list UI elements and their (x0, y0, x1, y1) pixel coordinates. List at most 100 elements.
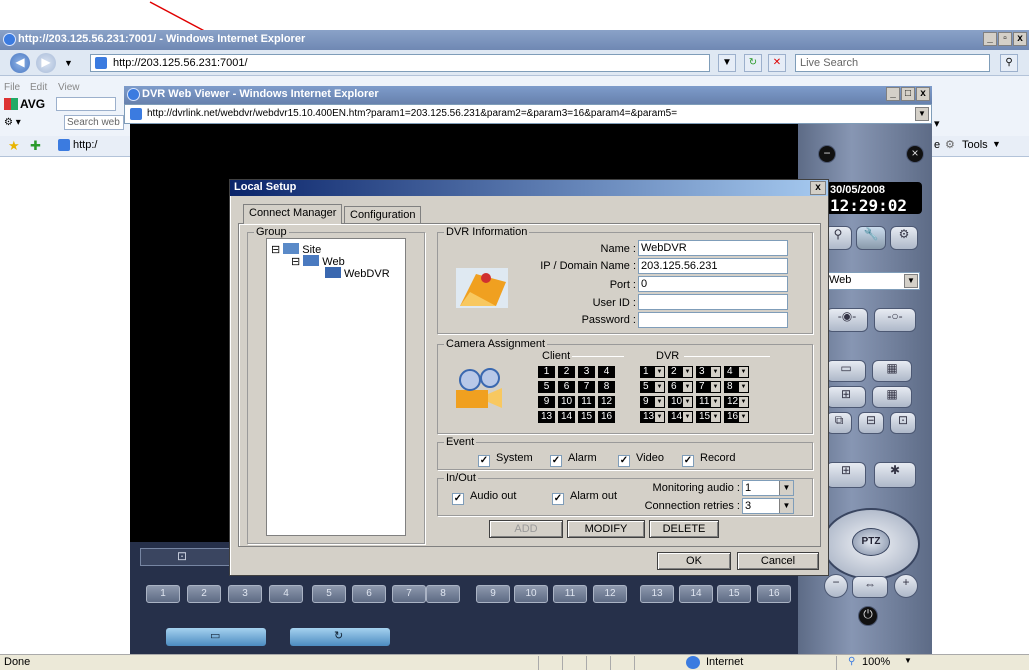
ip-field[interactable]: 203.125.56.231 (638, 258, 788, 274)
client-cam-9[interactable]: 9 (538, 396, 555, 408)
site-select[interactable]: Web ▼ (824, 272, 920, 290)
monitoring-audio-select[interactable]: 1 ▼ (742, 480, 794, 496)
record-save-icon[interactable]: ⊞ (826, 462, 866, 488)
stop-icon[interactable]: ✕ (768, 54, 786, 72)
layout-single-icon[interactable]: ▭ (826, 360, 866, 382)
dvr-cam-6[interactable]: 6 ▼ (668, 381, 693, 393)
channel-button-3[interactable]: 3 (228, 585, 262, 603)
power-icon[interactable]: ⏻ (858, 606, 878, 626)
menu-file[interactable]: File (4, 82, 20, 93)
event-record-checkbox[interactable]: ✓ Record (682, 452, 735, 467)
popup-maximize-button[interactable]: □ (901, 87, 915, 101)
dvr-cam-5[interactable]: 5 ▼ (640, 381, 665, 393)
channel-button-13[interactable]: 13 (640, 585, 674, 603)
tools-menu[interactable]: Tools (962, 139, 988, 151)
add-button[interactable]: ADD (489, 520, 563, 538)
cancel-button[interactable]: Cancel (737, 552, 819, 570)
client-cam-14[interactable]: 14 (558, 411, 575, 423)
zoom-dropdown-icon[interactable]: ▼ (904, 656, 912, 665)
address-dropdown-icon[interactable]: ▼ (718, 54, 736, 72)
audio-out-checkbox[interactable]: ✓ Audio out (452, 490, 516, 505)
dvr-cam-4[interactable]: 4 ▼ (724, 366, 749, 378)
fav-link[interactable]: http:/ (73, 139, 97, 151)
password-field[interactable] (638, 312, 788, 328)
dvr-cam-7[interactable]: 7 ▼ (696, 381, 721, 393)
playback-view-button[interactable]: ↻ (290, 628, 390, 646)
search-icon[interactable]: ⚲ (1000, 54, 1018, 72)
client-cam-3[interactable]: 3 (578, 366, 595, 378)
name-field[interactable]: WebDVR (638, 240, 788, 256)
channel-button-16[interactable]: 16 (757, 585, 791, 603)
monitor-layout-icon[interactable]: ⊡ (140, 548, 232, 566)
client-cam-6[interactable]: 6 (558, 381, 575, 393)
connection-retries-select[interactable]: 3 ▼ (742, 498, 794, 514)
channel-button-9[interactable]: 9 (476, 585, 510, 603)
client-cam-4[interactable]: 4 (598, 366, 615, 378)
avg-label[interactable]: AVG (20, 97, 45, 111)
tab-configuration[interactable]: Configuration (344, 206, 422, 224)
client-cam-8[interactable]: 8 (598, 381, 615, 393)
tree-node-webdvr[interactable]: WebDVR (325, 267, 390, 280)
dvr-cam-10[interactable]: 10 ▼ (668, 396, 693, 408)
group-tree[interactable]: ⊟ Site ⊟ Web WebDVR (266, 238, 406, 536)
client-cam-11[interactable]: 11 (578, 396, 595, 408)
channel-button-5[interactable]: 5 (312, 585, 346, 603)
popup-address-bar[interactable]: http://dvrlink.net/webdvr/webdvr15.10.40… (124, 104, 932, 124)
dvr-cam-13[interactable]: 13 ▼ (640, 411, 665, 423)
live-search-input[interactable]: Live Search (795, 54, 990, 72)
minimize-button[interactable]: _ (983, 32, 997, 46)
restore-button[interactable]: ▫ (998, 32, 1012, 46)
layout-pip-icon[interactable]: ⧉ (826, 412, 852, 434)
tools-dropdown-icon[interactable]: ▼ (992, 139, 1001, 149)
tab-connect-manager[interactable]: Connect Manager (243, 204, 343, 224)
client-cam-2[interactable]: 2 (558, 366, 575, 378)
channel-button-8[interactable]: 8 (426, 585, 460, 603)
event-alarm-checkbox[interactable]: ✓ Alarm (550, 452, 597, 467)
client-cam-7[interactable]: 7 (578, 381, 595, 393)
client-cam-16[interactable]: 16 (598, 411, 615, 423)
dvr-cam-9[interactable]: 9 ▼ (640, 396, 665, 408)
ok-button[interactable]: OK (657, 552, 731, 570)
dvr-cam-2[interactable]: 2 ▼ (668, 366, 693, 378)
delete-button[interactable]: DELETE (649, 520, 719, 538)
refresh-icon[interactable]: ↻ (744, 54, 762, 72)
layout-sequence-icon[interactable]: ⊟ (858, 412, 884, 434)
client-cam-10[interactable]: 10 (558, 396, 575, 408)
dvr-cam-12[interactable]: 12 ▼ (724, 396, 749, 408)
channel-button-12[interactable]: 12 (593, 585, 627, 603)
live-view-button[interactable]: ▭ (166, 628, 266, 646)
search-web-input[interactable]: Search web (64, 115, 124, 130)
modify-button[interactable]: MODIFY (567, 520, 645, 538)
toolbar-options-icon[interactable]: ⚙ ▾ (4, 117, 21, 128)
ptz-button[interactable]: PTZ (852, 528, 890, 556)
dvr-cam-3[interactable]: 3 ▼ (696, 366, 721, 378)
snapshot-icon[interactable]: ✱ (874, 462, 916, 488)
add-favorite-icon[interactable]: ✚ (30, 138, 41, 154)
back-button[interactable]: ◀ (10, 53, 30, 73)
channel-button-6[interactable]: 6 (352, 585, 386, 603)
history-dropdown-icon[interactable]: ▼ (64, 58, 73, 68)
client-cam-1[interactable]: 1 (538, 366, 555, 378)
layout-9-icon[interactable]: ▦ (872, 386, 912, 408)
fullscreen-icon[interactable]: ⊡ (890, 412, 916, 434)
popup-address-dropdown-icon[interactable]: ▼ (915, 107, 929, 121)
close-button[interactable]: x (1013, 32, 1027, 46)
dialog-close-button[interactable]: x (810, 181, 826, 195)
user-id-field[interactable] (638, 294, 788, 310)
client-cam-5[interactable]: 5 (538, 381, 555, 393)
port-field[interactable]: 0 (638, 276, 788, 292)
channel-button-2[interactable]: 2 (187, 585, 221, 603)
channel-button-4[interactable]: 4 (269, 585, 303, 603)
channel-button-7[interactable]: 7 (392, 585, 426, 603)
dvr-cam-15[interactable]: 15 ▼ (696, 411, 721, 423)
alarm-out-checkbox[interactable]: ✓ Alarm out (552, 490, 617, 505)
channel-button-11[interactable]: 11 (553, 585, 587, 603)
event-video-checkbox[interactable]: ✓ Video (618, 452, 664, 467)
channel-button-15[interactable]: 15 (717, 585, 751, 603)
connect-icon[interactable]: -◉- (826, 308, 868, 332)
page-menu-partial[interactable]: e (934, 139, 940, 151)
disconnect-icon[interactable]: -○- (874, 308, 916, 332)
popup-close-button[interactable]: x (916, 87, 930, 101)
settings-gear-icon[interactable]: ⚙ (890, 226, 918, 250)
zoom-level[interactable]: 100% (862, 656, 890, 668)
